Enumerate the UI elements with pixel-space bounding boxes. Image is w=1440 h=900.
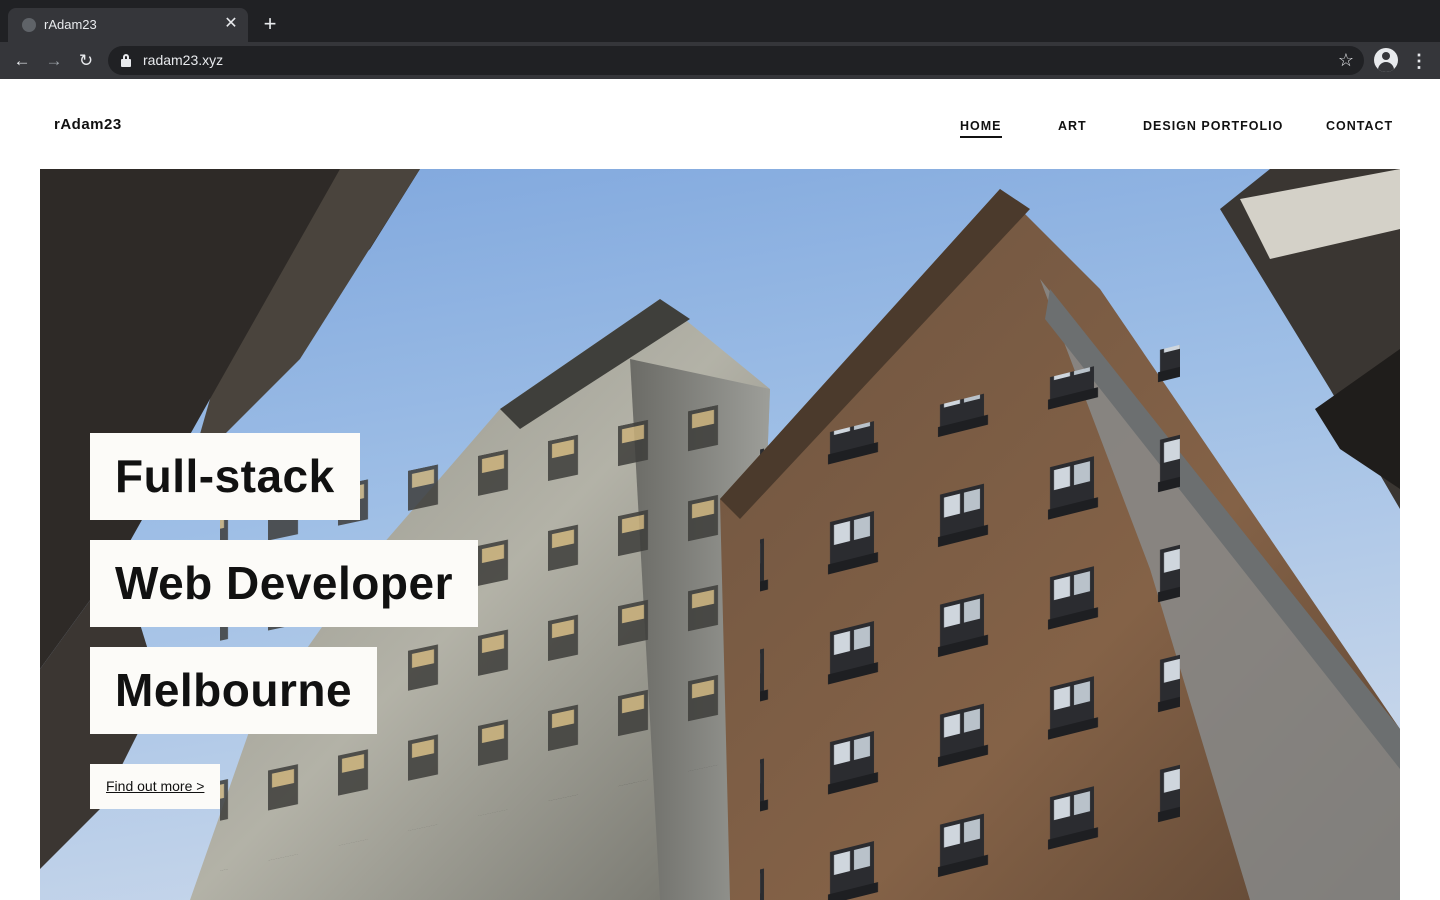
forward-arrow-icon[interactable]: → bbox=[42, 49, 66, 73]
browser-toolbar: ← → ↻ radam23.xyz ☆ ⋮ bbox=[0, 42, 1440, 79]
tab-title: rAdam23 bbox=[44, 17, 97, 32]
hero-headline-line2: Web Developer bbox=[90, 540, 478, 627]
nav-home[interactable]: HOME bbox=[960, 119, 1002, 138]
web-page: rAdam23 HOME ART DESIGN PORTFOLIO CONTAC… bbox=[0, 79, 1440, 900]
globe-icon bbox=[22, 18, 36, 32]
menu-dots-icon[interactable]: ⋮ bbox=[1410, 49, 1428, 73]
address-bar[interactable]: radam23.xyz ☆ bbox=[108, 46, 1364, 75]
nav-contact[interactable]: CONTACT bbox=[1326, 119, 1393, 133]
back-arrow-icon[interactable]: ← bbox=[10, 49, 34, 73]
nav-design-portfolio[interactable]: DESIGN PORTFOLIO bbox=[1143, 119, 1283, 133]
hero-headline-line3: Melbourne bbox=[90, 647, 378, 734]
star-icon[interactable]: ☆ bbox=[1338, 49, 1354, 71]
hero-headline-line1: Full-stack bbox=[90, 433, 360, 520]
find-out-more-link[interactable]: Find out more > bbox=[90, 764, 221, 809]
profile-icon[interactable] bbox=[1374, 48, 1398, 72]
site-logo[interactable]: rAdam23 bbox=[54, 116, 122, 133]
hero-image: Full-stack Web Developer Melbourne Find … bbox=[40, 169, 1400, 900]
url-text[interactable]: radam23.xyz bbox=[143, 52, 223, 68]
buildings-photo bbox=[40, 169, 1400, 900]
browser-tab[interactable]: rAdam23 ✕ bbox=[8, 8, 248, 42]
reload-icon[interactable]: ↻ bbox=[74, 49, 98, 73]
browser-tab-bar: rAdam23 ✕ + bbox=[0, 0, 1440, 42]
close-icon[interactable]: ✕ bbox=[222, 15, 240, 33]
nav-art[interactable]: ART bbox=[1058, 119, 1087, 133]
lock-icon[interactable] bbox=[120, 54, 132, 67]
plus-icon[interactable]: + bbox=[258, 12, 282, 36]
